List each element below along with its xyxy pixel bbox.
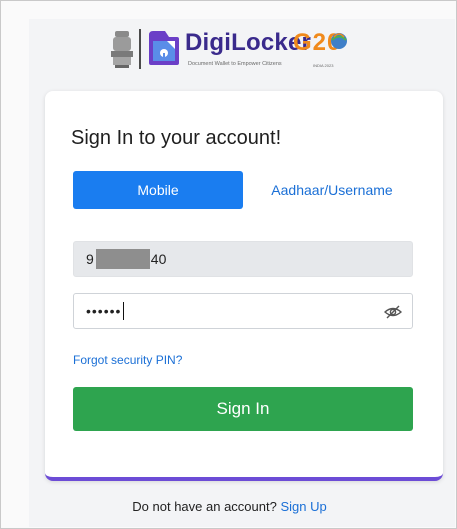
- signin-card: Sign In to your account! Mobile Aadhaar/…: [45, 91, 443, 481]
- brand-tagline: Document Wallet to Empower Citizens: [188, 61, 282, 67]
- security-pin-field[interactable]: ••••••: [73, 293, 413, 329]
- signup-link[interactable]: Sign Up: [280, 499, 326, 514]
- signup-prompt-text: Do not have an account?: [132, 499, 277, 514]
- tab-aadhaar-username[interactable]: Aadhaar/Username: [267, 171, 397, 209]
- mobile-value-end: 40: [150, 251, 167, 267]
- mobile-value-start: 9: [86, 251, 94, 267]
- redaction-mask: [95, 249, 150, 269]
- mobile-number-field[interactable]: 9 40: [73, 241, 413, 277]
- signin-button[interactable]: Sign In: [73, 387, 413, 431]
- g20-subtitle: INDIA 2023: [313, 63, 334, 68]
- digilocker-logo-icon: [149, 31, 179, 65]
- header-divider: [139, 29, 141, 69]
- eye-slash-icon[interactable]: [384, 304, 402, 320]
- forgot-pin-link[interactable]: Forgot security PIN?: [73, 353, 182, 367]
- signup-prompt: Do not have an account? Sign Up: [1, 499, 457, 514]
- page-title: Sign In to your account!: [71, 127, 282, 149]
- national-emblem-icon: [111, 31, 133, 68]
- text-caret: [123, 302, 125, 320]
- tab-mobile[interactable]: Mobile: [73, 171, 243, 209]
- site-header: DigiLocker Document Wallet to Empower Ci…: [101, 23, 381, 81]
- g20-globe-icon: [331, 33, 347, 49]
- browser-frame: DigiLocker Document Wallet to Empower Ci…: [0, 0, 457, 529]
- pin-value: ••••••: [86, 303, 122, 319]
